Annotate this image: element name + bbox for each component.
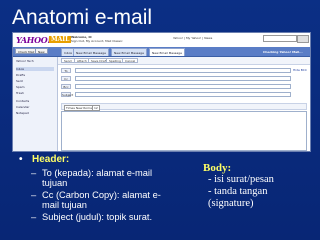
subject-label: Subject: [61, 92, 74, 97]
search-input[interactable]: [263, 35, 297, 42]
email-screenshot: YAHOO! MAIL Welcome, lil Sign Out, My Ac…: [12, 32, 311, 152]
sidebar-item-sent[interactable]: Sent: [16, 79, 23, 83]
yahoo-header: YAHOO! MAIL Welcome, lil Sign Out, My Ac…: [13, 33, 310, 47]
sidebar-item-trash[interactable]: Trash: [16, 91, 24, 95]
yahoo-mail-logo: MAIL: [49, 36, 72, 43]
header-bullet: • Header:: [10, 154, 170, 168]
send-button[interactable]: Send: [61, 58, 75, 63]
body-item-signature: - tanda tangan: [208, 186, 268, 197]
sidebar-item-notepad[interactable]: Notepad: [16, 111, 29, 115]
to-field[interactable]: [75, 68, 291, 73]
body-item-signature-note: (signature): [208, 198, 254, 209]
bcc-label[interactable]: Bcc: [61, 84, 71, 89]
tab-status: Checking Yahoo! Mail...: [263, 50, 303, 54]
header-item-subject: – Subject (judul): topik surat.: [31, 212, 153, 222]
sidebar-item-drafts[interactable]: Drafts: [16, 73, 25, 77]
subject-row: Subject: [61, 92, 307, 98]
body-section: Body: - isi surat/pesan - tanda tangan (…: [203, 162, 315, 210]
subject-field[interactable]: [75, 92, 291, 97]
to-label[interactable]: To: [61, 68, 71, 73]
cc-field[interactable]: [75, 76, 291, 81]
yahoo-logo: YAHOO!: [16, 35, 51, 45]
tab-bar: Check Mail New Inbox New Email Message N…: [13, 47, 310, 57]
header-item-to: – To (kepada): alamat e-mail tujuan: [31, 168, 153, 188]
to-row: To Hide BCC: [61, 68, 307, 74]
tab-new-email-3[interactable]: New Email Message: [149, 48, 185, 56]
header-item-cc: – Cc (Carbon Copy): alamat e-mail tujuan: [31, 190, 161, 210]
search-button[interactable]: [297, 35, 309, 43]
welcome-links[interactable]: Sign Out, My Account, Mail Classic: [71, 39, 123, 43]
sidebar-item-tech[interactable]: Yahoo! Tech: [16, 59, 34, 63]
bcc-row: Bcc: [61, 84, 307, 90]
bullet-icon: •: [19, 154, 23, 165]
body-heading: Body:: [203, 162, 232, 174]
format-bar: Times New Roman 12: [61, 103, 307, 111]
hide-bcc-link[interactable]: Hide BCC: [293, 68, 307, 72]
sidebar-item-spam[interactable]: Spam: [16, 85, 25, 89]
tab-new-email-2[interactable]: New Email Message: [111, 48, 147, 56]
compose-toolbar: Send Attach Save Draft Spelling Cancel: [58, 57, 310, 65]
slide-title: Anatomi e-mail: [12, 6, 153, 29]
header-section: • Header: – To (kepada): alamat e-mail t…: [10, 154, 170, 224]
body-item-content: - isi surat/pesan: [208, 174, 274, 185]
sidebar-item-contacts[interactable]: Contacts: [16, 99, 29, 103]
header-links[interactable]: Yahoo! | My Yahoo! | News: [173, 36, 212, 40]
sidebar-item-calendar[interactable]: Calendar: [16, 105, 30, 109]
cancel-button[interactable]: Cancel: [122, 58, 139, 63]
message-body[interactable]: [61, 111, 307, 151]
sidebar-item-inbox[interactable]: Inbox: [16, 67, 54, 71]
sidebar: Yahoo! Tech Inbox Drafts Sent Spam Trash…: [13, 57, 58, 151]
welcome-text: Welcome, lil Sign Out, My Account, Mail …: [71, 35, 123, 43]
tab-new-email-1[interactable]: New Email Message: [73, 48, 109, 56]
cc-row: Cc: [61, 76, 307, 82]
check-mail-button[interactable]: Check Mail: [15, 48, 38, 54]
header-heading: Header:: [32, 154, 70, 165]
cc-label[interactable]: Cc: [61, 76, 71, 81]
bcc-field[interactable]: [75, 84, 291, 89]
new-button[interactable]: New: [35, 48, 48, 54]
